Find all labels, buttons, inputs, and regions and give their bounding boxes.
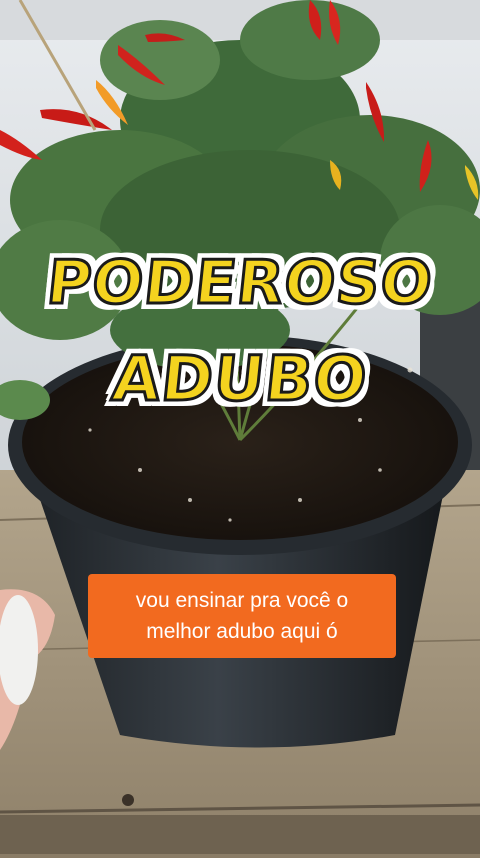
caption-line-1: vou ensinar pra você o (135, 589, 349, 612)
photo-background (0, 0, 480, 854)
subtitle-caption: vou ensinar pra você o melhor adubo aqui… (88, 574, 396, 658)
caption-line-2: melhor adubo aqui ó (146, 620, 338, 643)
headline-line-1: PODEROSO (42, 247, 438, 320)
headline-line-2: ADUBO (107, 341, 372, 417)
